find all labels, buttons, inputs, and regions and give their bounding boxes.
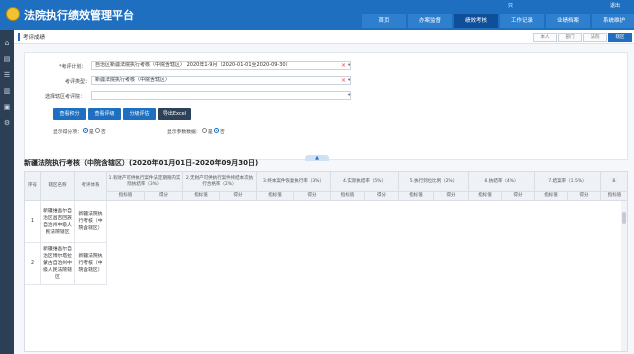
home-icon[interactable]: ⌂ (0, 36, 14, 50)
user-icon[interactable]: 只 (508, 2, 513, 9)
grade-evaluation-button[interactable]: 分级评估 (123, 108, 156, 120)
page-title: 考评成绩 (23, 35, 46, 41)
row-type: 新疆法院执行考核（中院含辖区） (75, 243, 107, 285)
row-org-link[interactable]: 新疆维吾尔自治区博尔塔拉蒙古自治州中级人民法院辖区 (41, 243, 75, 285)
category-chevron-down-icon[interactable]: ▾ (348, 78, 350, 84)
col-header-org: 辖区名称 (41, 172, 75, 201)
redacted-data-area (141, 202, 611, 332)
sub-header-score: 得分 (365, 192, 399, 201)
sub-header-score: 得分 (220, 192, 257, 201)
col-group-header: 4.实际执结率（5%） (331, 172, 399, 192)
folder-icon[interactable]: ▣ (0, 100, 14, 114)
show-indicator-label: 显示得分项： (53, 130, 82, 135)
sub-header-score: 得分 (568, 192, 601, 201)
row-type: 新疆法院执行考核（中院含辖区） (75, 201, 107, 243)
sub-header-score: 得分 (294, 192, 331, 201)
main-nav: 首页 办案监督 绩效考核 工作记录 业绩档案 系统维护 (360, 14, 634, 30)
col-group-header: 2.无财产可供执行案件终结本次执行合格率（2%） (183, 172, 257, 192)
sub-header-score: 得分 (434, 192, 469, 201)
court-emblem-logo (6, 7, 20, 21)
breadcrumb-marker (18, 33, 20, 41)
col-group-header: 5.执行到位比例（2%） (399, 172, 469, 192)
show-param-yes-label: 是 (208, 130, 213, 135)
sub-header-score: 得分 (502, 192, 535, 201)
category-label: 考评类型： (65, 79, 91, 85)
plan-label: *考评计划： (59, 64, 87, 70)
tab-self[interactable]: 本人 (533, 33, 557, 42)
sub-header-value: 指标值 (183, 192, 220, 201)
report-title: 新疆法院执行考核（中院含辖区）(2020年01月01日-2020年09月30日) (24, 159, 259, 167)
col-header-seq: 序号 (25, 172, 41, 201)
scrollbar-thumb[interactable] (622, 212, 626, 224)
nav-home[interactable]: 首页 (362, 14, 406, 28)
show-param-no-label: 否 (220, 130, 225, 135)
sub-header-value: 指标值 (469, 192, 502, 201)
col-group-header: 8. (601, 172, 627, 192)
chart-icon[interactable]: ▥ (0, 84, 14, 98)
plan-select[interactable]: 自治区新疆法院执行考核（中院含辖区） 2020年1-9月（2020-01-01至… (91, 61, 351, 70)
tab-department[interactable]: 部门 (558, 33, 582, 42)
tab-court[interactable]: 法院 (583, 33, 607, 42)
sub-header-value: 指标值 (107, 192, 145, 201)
collapse-filter-icon[interactable]: ▲ (305, 155, 329, 161)
col-header-type: 考评体系 (75, 172, 107, 201)
row-seq: 2 (25, 243, 41, 285)
sub-header-value: 指标值 (601, 192, 627, 201)
tab-jurisdiction[interactable]: 辖区 (608, 33, 632, 42)
col-group-header: 3.终本案件恢复执行率（3%） (257, 172, 331, 192)
logout-link[interactable]: 退出 (610, 2, 620, 9)
show-indicator-yes-label: 是 (89, 130, 94, 135)
sub-header-value: 指标值 (257, 192, 294, 201)
top-header: 法院执行绩效管理平台 只 退出 首页 办案监督 绩效考核 工作记录 业绩档案 系… (0, 0, 634, 30)
view-points-button[interactable]: 查看积分 (53, 108, 86, 120)
export-excel-button[interactable]: 导出Excel (158, 108, 191, 120)
sub-header-value: 指标值 (535, 192, 568, 201)
nav-case-supervision[interactable]: 办案监督 (408, 14, 452, 28)
show-param-no-radio[interactable] (214, 128, 219, 133)
filter-panel: *考评计划： 自治区新疆法院执行考核（中院含辖区） 2020年1-9月（2020… (24, 52, 628, 161)
nav-performance-review[interactable]: 绩效考核 (454, 14, 498, 28)
row-org-link[interactable]: 新疆维吾尔自治区昌吉回族自治州中级人民法院辖区 (41, 201, 75, 243)
results-table: 序号 辖区名称 考评体系 1.有财产可供执行案件法定期限内实际执结率（3%） 2… (24, 171, 628, 352)
list-icon[interactable]: ☰ (0, 68, 14, 82)
view-scope-tabs: 本人 部门 法院 辖区 (532, 33, 632, 42)
settings-icon[interactable]: ⚙ (0, 116, 14, 130)
col-group-header: 6.执结率（4%） (469, 172, 535, 192)
col-group-header: 7.结案率（1.5%） (535, 172, 601, 192)
plan-chevron-down-icon[interactable]: ▾ (348, 63, 350, 69)
show-indicator-yes-radio[interactable] (83, 128, 88, 133)
court-select[interactable] (91, 91, 351, 100)
show-indicator-no-radio[interactable] (95, 128, 100, 133)
show-indicator-no-label: 否 (101, 130, 106, 135)
plan-clear-icon[interactable]: × (341, 63, 346, 69)
app-title: 法院执行绩效管理平台 (24, 9, 134, 22)
show-param-yes-radio[interactable] (202, 128, 207, 133)
court-chevron-down-icon[interactable]: ▾ (348, 93, 350, 99)
show-param-label: 显示参数数据： (167, 130, 201, 135)
row-seq: 1 (25, 201, 41, 243)
sub-header-value: 指标值 (399, 192, 434, 201)
nav-performance-archive[interactable]: 业绩档案 (546, 14, 590, 28)
sidebar: ⌂ ▤ ☰ ▥ ▣ ⚙ (0, 30, 14, 354)
court-label: 选择辖区考评院： (45, 94, 86, 100)
nav-work-records[interactable]: 工作记录 (500, 14, 544, 28)
sub-header-value: 指标值 (331, 192, 365, 201)
nav-system-maintenance[interactable]: 系统维护 (592, 14, 634, 28)
document-icon[interactable]: ▤ (0, 52, 14, 66)
col-group-header: 1.有财产可供执行案件法定期限内实际执结率（3%） (107, 172, 183, 192)
breadcrumb: 考评成绩 本人 部门 法院 辖区 (14, 30, 634, 44)
view-rating-button[interactable]: 查看评级 (88, 108, 121, 120)
main-content: 考评成绩 本人 部门 法院 辖区 *考评计划： 自治区新疆法院执行考核（中院含辖… (14, 30, 634, 354)
sub-header-score: 得分 (145, 192, 183, 201)
category-clear-icon[interactable]: × (341, 78, 346, 84)
category-select[interactable]: 新疆法院执行考核（中院含辖区） (91, 76, 351, 85)
